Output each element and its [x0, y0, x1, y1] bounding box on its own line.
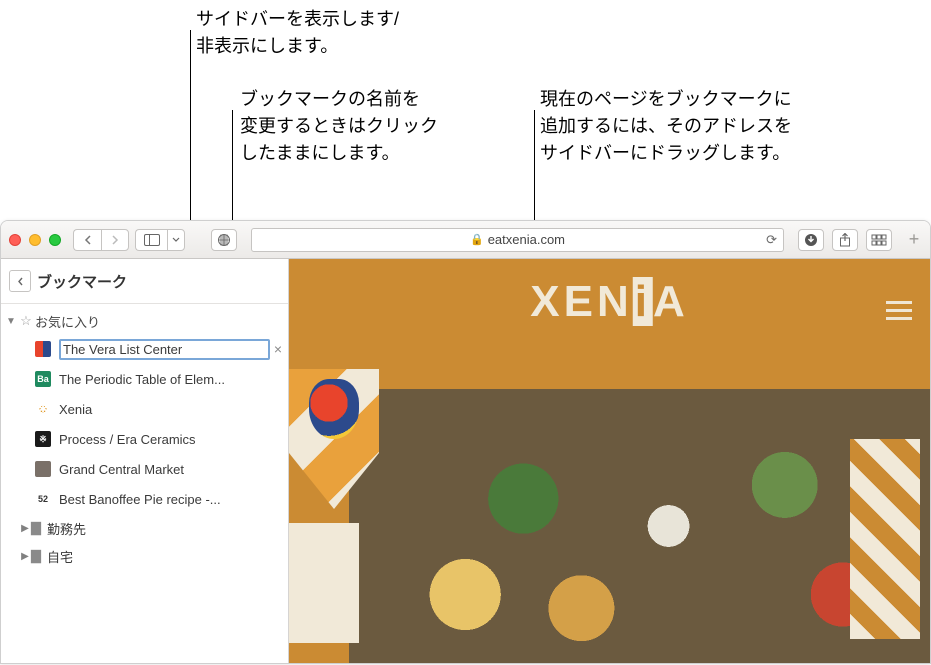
bookmark-label[interactable]: The Vera List Center	[59, 339, 270, 360]
favicon: ※	[35, 431, 51, 447]
bookmark-label: The Periodic Table of Elem...	[59, 372, 282, 387]
bookmark-label: Grand Central Market	[59, 462, 282, 477]
clear-icon[interactable]: ×	[274, 341, 282, 357]
close-window-button[interactable]	[9, 234, 21, 246]
tabs-button[interactable]	[866, 229, 892, 251]
favicon	[35, 461, 51, 477]
favicon: Ba	[35, 371, 51, 387]
lock-icon: 🔒	[470, 233, 484, 246]
favorites-folder[interactable]: ▼ ☆ お気に入り	[1, 308, 288, 334]
sidebar-header: ブックマーク	[1, 259, 288, 303]
favorites-label: お気に入り	[35, 312, 100, 331]
toolbar: 🔒 eatxenia.com ⟳ +	[1, 221, 930, 259]
forward-button[interactable]	[101, 229, 129, 251]
bookmark-label: Best Banoffee Pie recipe -...	[59, 492, 282, 507]
favicon	[35, 341, 51, 357]
bookmark-item[interactable]: ✱ Xenia	[1, 394, 288, 424]
folder-label: 自宅	[47, 547, 73, 566]
bookmark-item[interactable]: Ba The Periodic Table of Elem...	[1, 364, 288, 394]
address-bar[interactable]: 🔒 eatxenia.com ⟳	[251, 228, 784, 252]
reload-icon[interactable]: ⟳	[766, 232, 777, 248]
page-content: XENiA	[289, 259, 930, 663]
bookmark-item[interactable]: 52 Best Banoffee Pie recipe -...	[1, 484, 288, 514]
callout-sidebar-toggle: サイドバーを表示します/ 非表示にします。	[196, 6, 399, 60]
sidebar-title: ブックマーク	[37, 271, 127, 292]
disclosure-triangle-icon[interactable]: ▶	[19, 523, 31, 534]
sidebar-list: ▼ ☆ お気に入り The Vera List Center× Ba The Per…	[1, 304, 288, 574]
site-logo: XENiA	[530, 277, 689, 327]
bookmark-folder[interactable]: ▶▇ 自宅	[1, 542, 288, 570]
bookmark-item[interactable]: ※ Process / Era Ceramics	[1, 424, 288, 454]
bookmark-item[interactable]: The Vera List Center×	[1, 334, 288, 364]
callout-drag: 現在のページをブックマークに 追加するには、そのアドレスを サイドバーにドラッグ…	[540, 86, 792, 167]
folder-label: 勤務先	[47, 519, 86, 538]
new-tab-button[interactable]: +	[902, 221, 926, 259]
bookmark-label: Process / Era Ceramics	[59, 432, 282, 447]
bookmark-folder[interactable]: ▶▇ 勤務先	[1, 514, 288, 542]
star-icon: ☆	[17, 313, 35, 329]
minimize-window-button[interactable]	[29, 234, 41, 246]
hero-image	[289, 369, 930, 663]
folder-icon: ▇	[31, 520, 41, 536]
share-button[interactable]	[832, 229, 858, 251]
downloads-button[interactable]	[798, 229, 824, 251]
favicon: ✱	[35, 401, 51, 417]
hamburger-menu-icon[interactable]	[886, 301, 912, 320]
sidebar-back-button[interactable]	[9, 270, 31, 292]
folder-icon: ▇	[31, 548, 41, 564]
nav-buttons	[73, 229, 129, 251]
bookmark-label: Xenia	[59, 402, 282, 417]
sidebar-toggle-group	[135, 229, 185, 251]
sidebar-toggle-menu[interactable]	[167, 229, 185, 251]
bookmark-item[interactable]: Grand Central Market	[1, 454, 288, 484]
window-controls	[9, 234, 61, 246]
disclosure-triangle-icon[interactable]: ▼	[5, 316, 17, 327]
sidebar-toggle-button[interactable]	[135, 229, 167, 251]
favicon: 52	[35, 491, 51, 507]
disclosure-triangle-icon[interactable]: ▶	[19, 551, 31, 562]
bookmarks-sidebar: ブックマーク ▼ ☆ お気に入り The Vera List Center×Ba…	[1, 259, 289, 663]
back-button[interactable]	[73, 229, 101, 251]
safari-window: 🔒 eatxenia.com ⟳ + ブックマーク ▼ ☆ お気に入り	[0, 220, 931, 664]
callout-rename: ブックマークの名前を 変更するときはクリック したままにします。	[240, 86, 438, 167]
privacy-report-button[interactable]	[211, 229, 237, 251]
address-text: eatxenia.com	[488, 232, 565, 247]
zoom-window-button[interactable]	[49, 234, 61, 246]
